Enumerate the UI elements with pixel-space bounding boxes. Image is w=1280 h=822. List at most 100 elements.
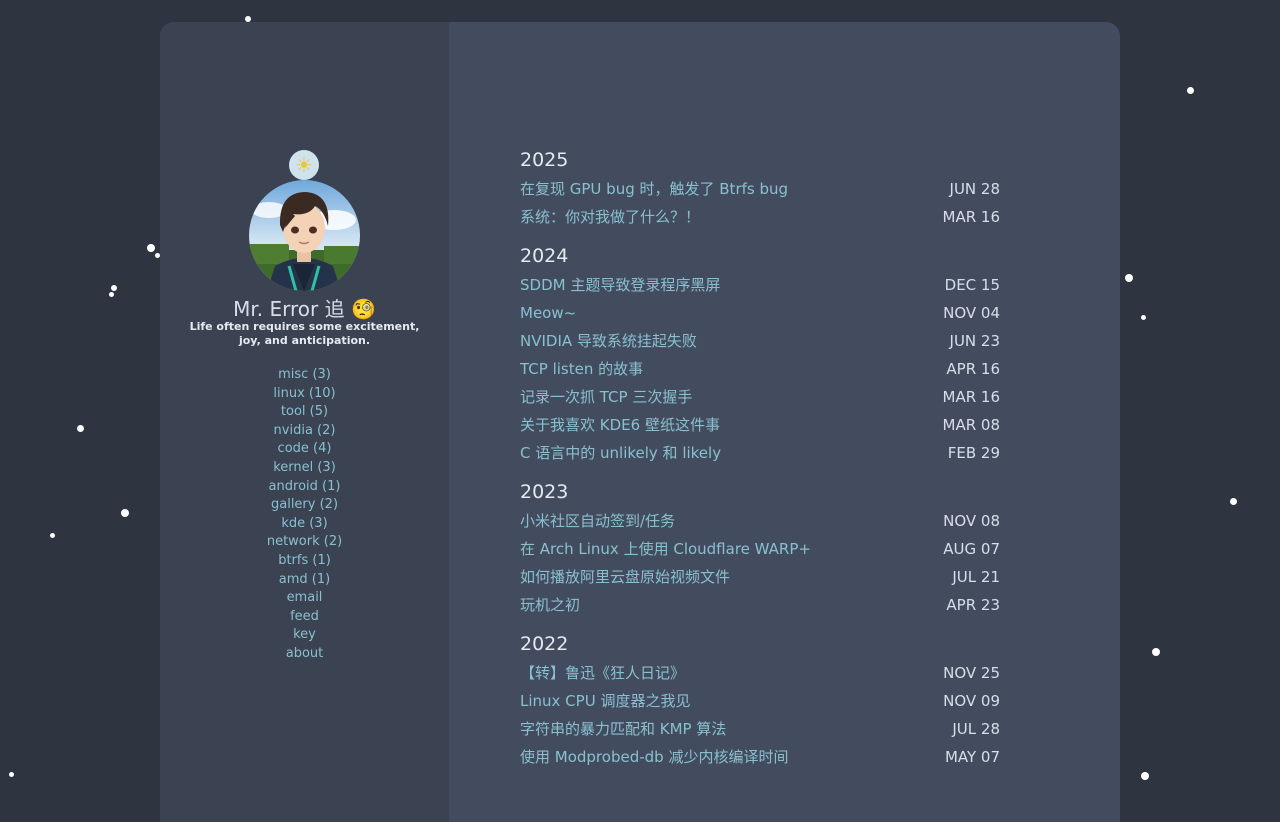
nav-item-feed: feed xyxy=(160,608,449,627)
post-title-link[interactable]: 在 Arch Linux 上使用 Cloudflare WARP+ xyxy=(520,535,811,563)
post-date: DEC 15 xyxy=(944,276,1000,294)
snowflake xyxy=(1230,498,1237,505)
nav-link-kernel[interactable]: kernel (3) xyxy=(273,460,336,475)
snowflake xyxy=(121,509,129,517)
post-date: APR 16 xyxy=(946,360,1000,378)
post-row: 在 Arch Linux 上使用 Cloudflare WARP+ AUG 07 xyxy=(520,535,1000,563)
post-row: 【转】鲁迅《狂人日记》 NOV 25 xyxy=(520,659,1000,687)
nav-link-tool[interactable]: tool (5) xyxy=(281,404,328,419)
sun-behind-cloud-icon: ☀ xyxy=(289,150,319,180)
post-title-link[interactable]: SDDM 主题导致登录程序黑屏 xyxy=(520,271,720,299)
post-title-link[interactable]: Linux CPU 调度器之我见 xyxy=(520,687,690,715)
post-date: FEB 29 xyxy=(947,444,1000,462)
post-date: MAR 08 xyxy=(942,416,1000,434)
author-tagline: Life often requires some excitement, joy… xyxy=(189,320,420,347)
year-heading: 2023 xyxy=(520,481,569,503)
avatar-image xyxy=(249,180,360,291)
snowflake xyxy=(9,772,14,777)
post-title-link[interactable]: 系统：你对我做了什么？！ xyxy=(520,203,700,231)
nav-link-code[interactable]: code (4) xyxy=(278,441,332,456)
nav-link-nvidia[interactable]: nvidia (2) xyxy=(274,423,336,438)
post-row: NVIDIA 导致系统挂起失败 JUN 23 xyxy=(520,327,1000,355)
post-date: MAR 16 xyxy=(942,208,1000,226)
nav-link-about[interactable]: about xyxy=(286,646,324,661)
author-name: Mr. Error 追 🧐 xyxy=(233,297,376,321)
post-title-link[interactable]: 关于我喜欢 KDE6 壁纸这件事 xyxy=(520,411,720,439)
post-date: NOV 04 xyxy=(943,304,1000,322)
nav-item-misc: misc (3) xyxy=(160,366,449,385)
snowflake xyxy=(147,244,155,252)
nav-link-gallery[interactable]: gallery (2) xyxy=(271,497,338,512)
nav-link-android[interactable]: android (1) xyxy=(269,479,341,494)
post-title-link[interactable]: NVIDIA 导致系统挂起失败 xyxy=(520,327,697,355)
post-row: 记录一次抓 TCP 三次握手 MAR 16 xyxy=(520,383,1000,411)
nav-item-about: about xyxy=(160,645,449,664)
sidebar: ☀ Mr. Error 追 🧐 Life often requires some… xyxy=(160,22,449,822)
post-title-link[interactable]: 小米社区自动签到/任务 xyxy=(520,507,675,535)
post-row: Meow~ NOV 04 xyxy=(520,299,1000,327)
nav-item-btrfs: btrfs (1) xyxy=(160,552,449,571)
post-title-link[interactable]: 记录一次抓 TCP 三次握手 xyxy=(520,383,692,411)
post-title-link[interactable]: 使用 Modprobed-db 减少内核编译时间 xyxy=(520,743,788,771)
year-heading: 2022 xyxy=(520,633,569,655)
post-row: 关于我喜欢 KDE6 壁纸这件事 MAR 08 xyxy=(520,411,1000,439)
nav-link-linux[interactable]: linux (10) xyxy=(273,386,335,401)
post-date: NOV 08 xyxy=(943,512,1000,530)
snowflake xyxy=(109,292,114,297)
post-row: C 语言中的 unlikely 和 likely FEB 29 xyxy=(520,439,1000,467)
post-archive: 2025 在复现 GPU bug 时，触发了 Btrfs bug JUN 28 … xyxy=(520,148,1000,784)
post-date: MAR 16 xyxy=(942,388,1000,406)
nav-item-code: code (4) xyxy=(160,440,449,459)
post-row: SDDM 主题导致登录程序黑屏 DEC 15 xyxy=(520,271,1000,299)
post-date: JUN 23 xyxy=(949,332,1000,350)
post-title-link[interactable]: 玩机之初 xyxy=(520,591,580,619)
avatar[interactable] xyxy=(249,180,360,291)
nav-link-network[interactable]: network (2) xyxy=(267,534,342,549)
nav-link-misc[interactable]: misc (3) xyxy=(278,367,331,382)
snowflake xyxy=(1187,87,1194,94)
snowflake xyxy=(1125,274,1133,282)
nav-item-key: key xyxy=(160,626,449,645)
nav-item-android: android (1) xyxy=(160,478,449,497)
post-title-link[interactable]: 【转】鲁迅《狂人日记》 xyxy=(520,659,685,687)
post-date: NOV 25 xyxy=(943,664,1000,682)
post-title-link[interactable]: TCP listen 的故事 xyxy=(520,355,643,383)
year-group-2023: 2023 小米社区自动签到/任务 NOV 08 在 Arch Linux 上使用… xyxy=(520,480,1000,619)
year-group-2025: 2025 在复现 GPU bug 时，触发了 Btrfs bug JUN 28 … xyxy=(520,148,1000,231)
year-heading: 2024 xyxy=(520,245,569,267)
snowflake xyxy=(1141,772,1149,780)
blog-card: ☀ Mr. Error 追 🧐 Life often requires some… xyxy=(160,22,1120,822)
snowflake xyxy=(111,285,117,291)
nav-link-btrfs[interactable]: btrfs (1) xyxy=(278,553,331,568)
nav-item-tool: tool (5) xyxy=(160,403,449,422)
post-title-link[interactable]: 字符串的暴力匹配和 KMP 算法 xyxy=(520,715,726,743)
post-row: 玩机之初 APR 23 xyxy=(520,591,1000,619)
nav-link-key[interactable]: key xyxy=(293,627,316,642)
post-date: MAY 07 xyxy=(944,748,1000,766)
post-row: 使用 Modprobed-db 减少内核编译时间 MAY 07 xyxy=(520,743,1000,771)
nav-link-feed[interactable]: feed xyxy=(290,609,319,624)
post-date: APR 23 xyxy=(946,596,1000,614)
post-title-link[interactable]: Meow~ xyxy=(520,299,576,327)
post-row: TCP listen 的故事 APR 16 xyxy=(520,355,1000,383)
nav-item-amd: amd (1) xyxy=(160,571,449,590)
post-title-link[interactable]: 在复现 GPU bug 时，触发了 Btrfs bug xyxy=(520,175,788,203)
post-date: JUN 28 xyxy=(949,180,1000,198)
year-group-2024: 2024 SDDM 主题导致登录程序黑屏 DEC 15 Meow~ NOV 04… xyxy=(520,244,1000,467)
nav-link-email[interactable]: email xyxy=(287,590,323,605)
post-title-link[interactable]: 如何播放阿里云盘原始视频文件 xyxy=(520,563,730,591)
post-row: 字符串的暴力匹配和 KMP 算法 JUL 28 xyxy=(520,715,1000,743)
post-row: Linux CPU 调度器之我见 NOV 09 xyxy=(520,687,1000,715)
nav-item-gallery: gallery (2) xyxy=(160,496,449,515)
post-title-link[interactable]: C 语言中的 unlikely 和 likely xyxy=(520,439,721,467)
post-date: JUL 28 xyxy=(952,720,1000,738)
nav-item-kernel: kernel (3) xyxy=(160,459,449,478)
year-group-2022: 2022 【转】鲁迅《狂人日记》 NOV 25 Linux CPU 调度器之我见… xyxy=(520,632,1000,771)
post-row: 在复现 GPU bug 时，触发了 Btrfs bug JUN 28 xyxy=(520,175,1000,203)
snowflake xyxy=(77,425,84,432)
snowflake xyxy=(1152,648,1160,656)
post-row: 如何播放阿里云盘原始视频文件 JUL 21 xyxy=(520,563,1000,591)
nav-link-amd[interactable]: amd (1) xyxy=(279,572,330,587)
nav-link-kde[interactable]: kde (3) xyxy=(281,516,327,531)
post-row: 系统：你对我做了什么？！ MAR 16 xyxy=(520,203,1000,231)
